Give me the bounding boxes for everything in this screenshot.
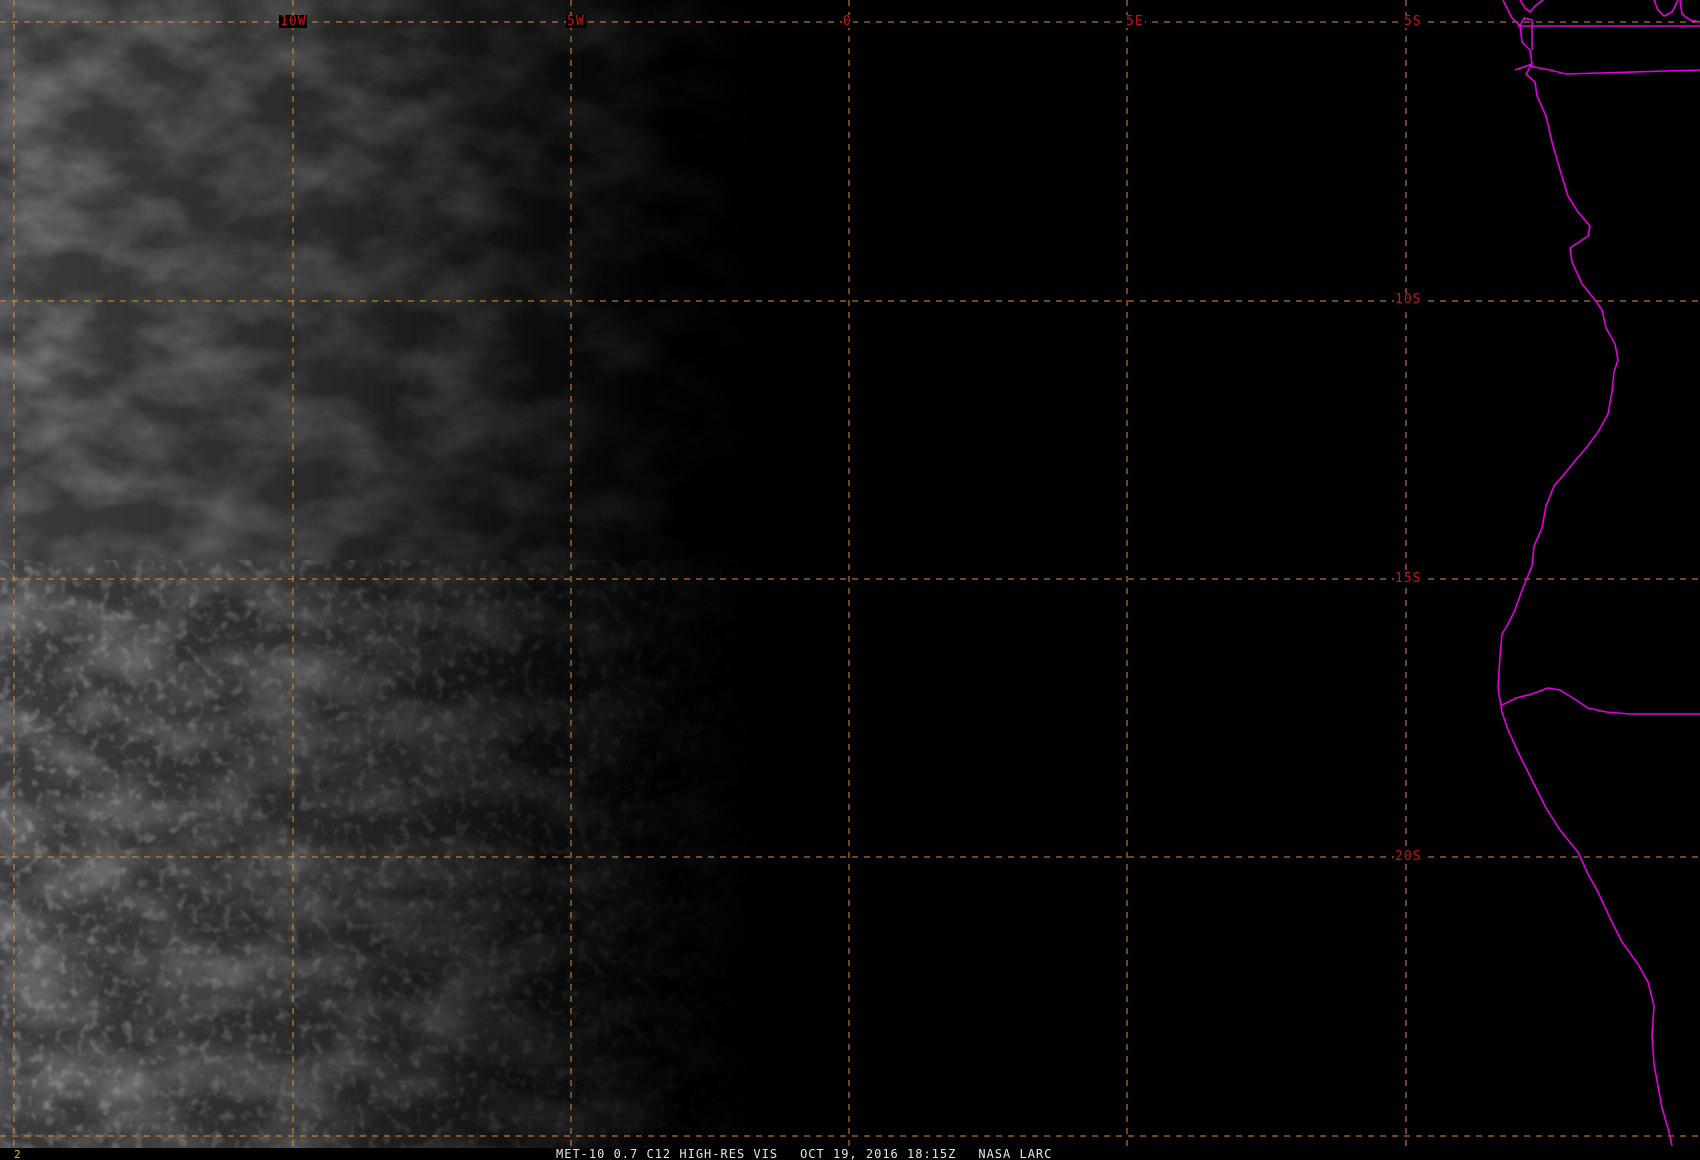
latitude-label-15s: 15S bbox=[1394, 571, 1423, 586]
satellite-image bbox=[0, 0, 1700, 1148]
frame-number: 2 bbox=[14, 1148, 21, 1160]
longitude-label-10w: 10W bbox=[279, 14, 308, 29]
latitude-label-20s: 20S bbox=[1394, 849, 1423, 864]
data-source: NASA LARC bbox=[978, 1147, 1053, 1160]
product-name: MET-10 0.7 C12 HIGH-RES VIS bbox=[556, 1147, 779, 1160]
latitude-label-10s: 10S bbox=[1394, 292, 1423, 307]
image-datetime: OCT 19, 2016 18:15Z bbox=[800, 1147, 957, 1160]
longitude-label-0: 0 bbox=[842, 14, 853, 29]
latitude-label-5s: 5S bbox=[1403, 14, 1423, 29]
image-caption: MET-10 0.7 C12 HIGH-RES VIS OCT 19, 2016 … bbox=[556, 1148, 1074, 1160]
longitude-label-5e: 5E bbox=[1125, 14, 1145, 29]
longitude-label-5w: 5W bbox=[566, 14, 586, 29]
satellite-map-viewer[interactable]: 10W 5W 0 5E 5S 10S 15S 20S 2 MET-10 0.7 … bbox=[0, 0, 1700, 1160]
